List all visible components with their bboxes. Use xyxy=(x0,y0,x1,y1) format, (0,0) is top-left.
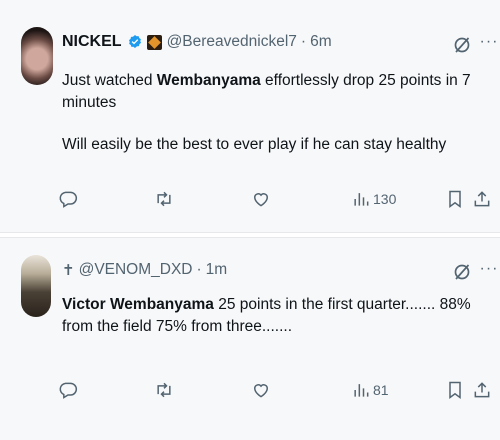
reply-icon xyxy=(59,382,78,399)
tweet-text: Just watched Wembanyama effortlessly dro… xyxy=(62,70,487,114)
views-chart-icon xyxy=(354,193,369,206)
tweet-text-bold: Victor Wembanyama xyxy=(62,296,214,313)
reply-button[interactable] xyxy=(58,186,78,212)
reply-icon xyxy=(59,191,78,208)
avatar[interactable] xyxy=(21,27,53,85)
repost-button[interactable] xyxy=(154,377,174,403)
separator-dot: · xyxy=(196,261,202,278)
tweet-text: Victor Wembanyama 25 points in the first… xyxy=(62,294,487,338)
bookmark-icon xyxy=(449,190,461,208)
timestamp[interactable]: 6m xyxy=(310,33,332,51)
like-button[interactable] xyxy=(251,377,271,403)
author-handle[interactable]: @VENOM_DXD xyxy=(79,261,193,279)
heart-icon xyxy=(253,193,269,207)
more-options-icon[interactable]: ··· xyxy=(479,260,499,278)
tweet-header: ✝ @VENOM_DXD · 1m xyxy=(62,261,227,279)
avatar[interactable] xyxy=(21,255,51,317)
views-button[interactable]: 130 xyxy=(351,186,396,212)
tweet-actions: 81 xyxy=(0,377,500,403)
share-icon xyxy=(474,191,490,207)
repost-button[interactable] xyxy=(154,186,174,212)
tweet-text-bold: Wembanyama xyxy=(156,72,261,89)
repost-icon xyxy=(157,382,171,398)
views-count: 81 xyxy=(373,382,389,398)
views-count: 130 xyxy=(373,191,397,207)
timestamp[interactable]: 1m xyxy=(206,261,228,279)
views-chart-icon xyxy=(354,384,369,397)
tweet-header: NICKEL @Bereavednickel7 · 6m xyxy=(62,33,332,51)
cross-symbol: ✝ xyxy=(62,262,75,279)
author-name[interactable]: NICKEL xyxy=(62,33,122,51)
tweet-card[interactable]: NICKEL @Bereavednickel7 · 6m ··· Just wa… xyxy=(0,0,500,232)
views-button[interactable]: 81 xyxy=(351,377,389,403)
more-options-icon[interactable]: ··· xyxy=(479,33,499,51)
like-button[interactable] xyxy=(251,186,271,212)
repost-icon xyxy=(157,191,171,207)
affiliate-badge-icon xyxy=(146,34,162,50)
separator-dot: · xyxy=(300,33,307,50)
author-handle[interactable]: @Bereavednickel7 xyxy=(167,33,297,51)
grok-icon[interactable] xyxy=(452,262,472,282)
verified-badge-icon xyxy=(127,34,143,50)
reply-button[interactable] xyxy=(58,377,78,403)
heart-icon xyxy=(253,384,269,398)
tweet-actions: 130 xyxy=(0,186,500,212)
grok-icon[interactable] xyxy=(452,35,472,55)
bookmark-icon xyxy=(449,381,461,399)
bookmark-button[interactable] xyxy=(445,186,465,212)
share-icon xyxy=(474,382,490,398)
share-button[interactable] xyxy=(472,377,492,403)
tweet-text-prefix: Just watched xyxy=(62,72,157,89)
bookmark-button[interactable] xyxy=(445,377,465,403)
share-button[interactable] xyxy=(472,186,492,212)
tweet-text-second-line: Will easily be the best to ever play if … xyxy=(62,136,447,153)
tweet-card[interactable]: ✝ @VENOM_DXD · 1m ··· Victor Wembanyama … xyxy=(0,238,500,440)
